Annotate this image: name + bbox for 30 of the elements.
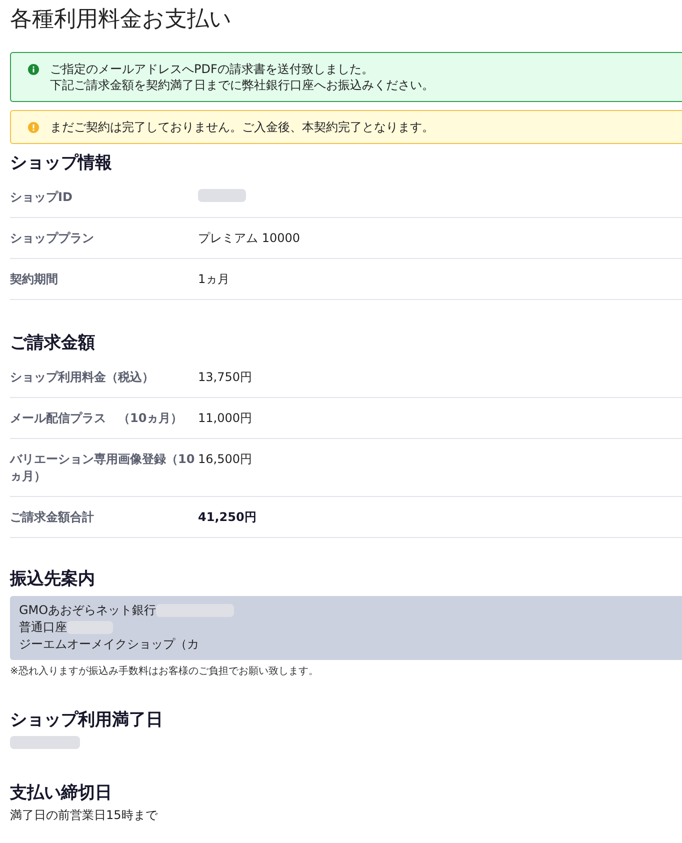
- field-value: 16,500円: [198, 451, 252, 468]
- redacted-block: [198, 189, 246, 202]
- field-label: ショップID: [10, 189, 74, 206]
- info-icon: [28, 64, 39, 75]
- field-value: 41,250円: [198, 509, 256, 526]
- bank-info-line: GMOあおぞらネット銀行: [19, 602, 156, 619]
- section-heading: 支払い締切日: [10, 782, 113, 804]
- exclamation-icon: [28, 122, 39, 133]
- field-value: プレミアム 10000: [198, 230, 300, 247]
- alert-message: 下記ご請求金額を契約満了日までに弊社銀行口座へお振込みください。: [50, 77, 434, 93]
- field-label: ショップ利用料金（税込）: [10, 369, 155, 386]
- field-value: 1ヵ月: [198, 271, 230, 288]
- alert-message: まだご契約は完了しておりません。ご入金後、本契約完了となります。: [50, 119, 434, 135]
- field-label: メール配信プラス （10ヵ月）: [10, 410, 184, 427]
- deadline-text: 満了日の前営業日15時まで: [10, 807, 159, 824]
- alert-message: ご指定のメールアドレスへPDFの請求書を送付致しました。: [50, 61, 374, 77]
- bank-info-line: ジーエムオーメイクショップ（カ: [19, 636, 199, 653]
- fee-note: ※恐れ入りますが振込み手数料はお客様のご負担でお願い致します。: [10, 665, 320, 678]
- field-label: 契約期間: [10, 271, 59, 288]
- field-label: バリエーション専用画像登録（10ヵ月）: [10, 451, 196, 485]
- field-value: 13,750円: [198, 369, 252, 386]
- section-heading: ショップ利用満了日: [10, 709, 164, 731]
- bank-info-line: 普通口座: [19, 619, 67, 636]
- section-heading: ご請求金額: [10, 332, 96, 354]
- section-heading: ショップ情報: [10, 152, 113, 174]
- section-heading: 振込先案内: [10, 568, 96, 590]
- field-label: ご請求金額合計: [10, 509, 95, 526]
- field-label: ショッププラン: [10, 230, 95, 247]
- page-title: 各種利用料金お支払い: [10, 6, 233, 34]
- field-value: 11,000円: [198, 410, 252, 427]
